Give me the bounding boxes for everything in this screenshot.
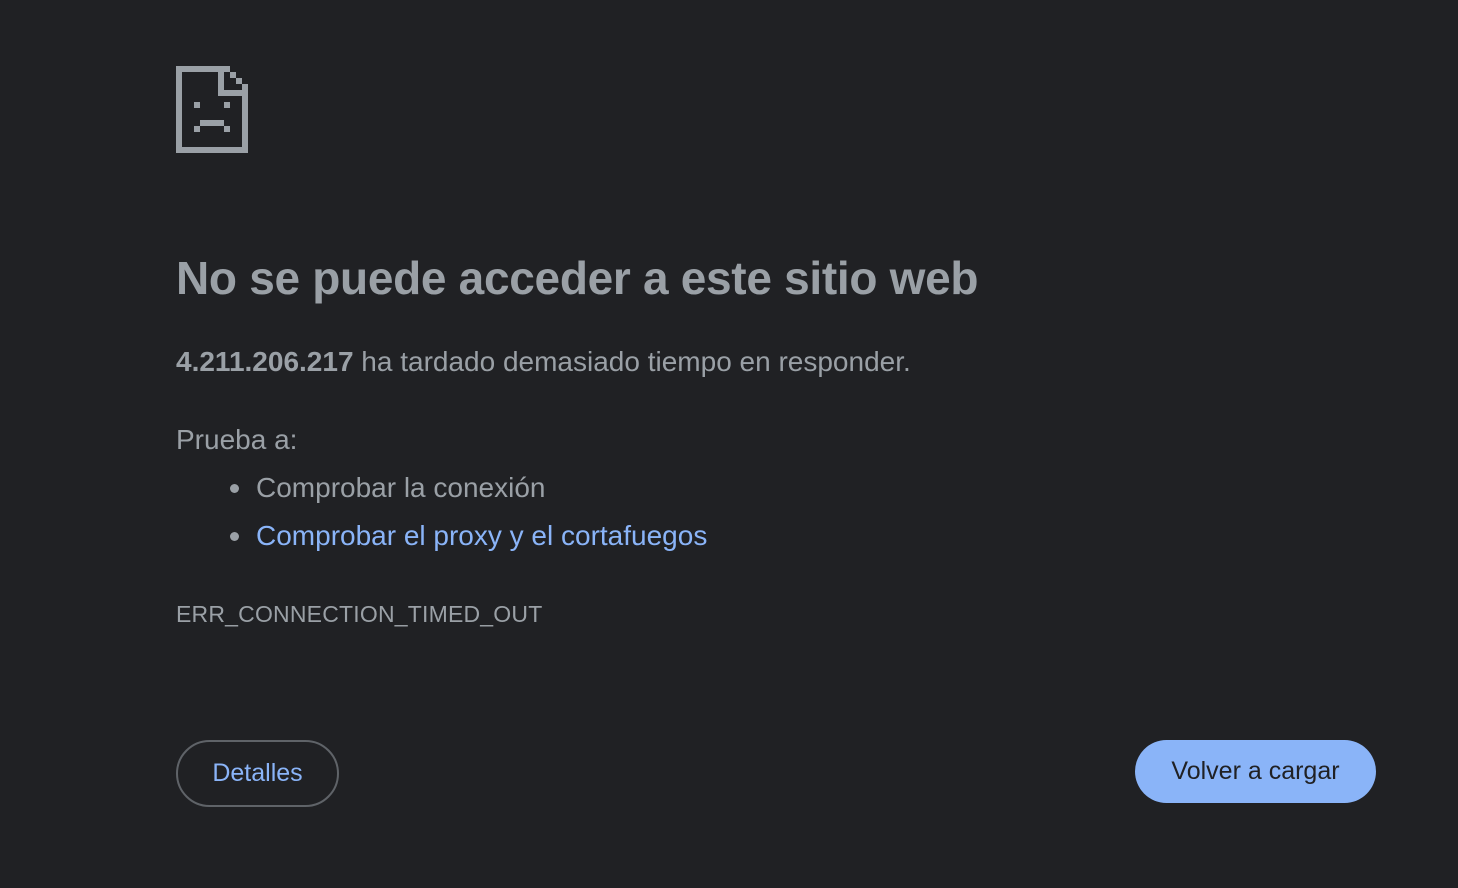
error-page: No se puede acceder a este sitio web 4.2… — [0, 0, 1458, 888]
suggestion-check-connection: Comprobar la conexión — [176, 470, 707, 518]
host-address: 4.211.206.217 — [176, 346, 354, 377]
error-summary: 4.211.206.217 ha tardado demasiado tiemp… — [176, 344, 911, 380]
suggestion-label: Comprobar la conexión — [256, 472, 546, 503]
error-summary-text: ha tardado demasiado tiempo en responder… — [353, 346, 911, 377]
sad-page-icon — [176, 66, 248, 153]
page-title: No se puede acceder a este sitio web — [176, 252, 979, 304]
reload-button[interactable]: Volver a cargar — [1135, 740, 1376, 803]
error-code: ERR_CONNECTION_TIMED_OUT — [176, 601, 543, 627]
bullet-icon — [230, 484, 239, 493]
suggestion-check-proxy: Comprobar el proxy y el cortafuegos — [176, 518, 707, 566]
suggestions-heading: Prueba a: — [176, 424, 298, 455]
bullet-icon — [230, 532, 239, 541]
check-proxy-firewall-link[interactable]: Comprobar el proxy y el cortafuegos — [256, 520, 707, 551]
suggestions-list: Comprobar la conexión Comprobar el proxy… — [176, 470, 707, 566]
details-button[interactable]: Detalles — [176, 740, 339, 807]
